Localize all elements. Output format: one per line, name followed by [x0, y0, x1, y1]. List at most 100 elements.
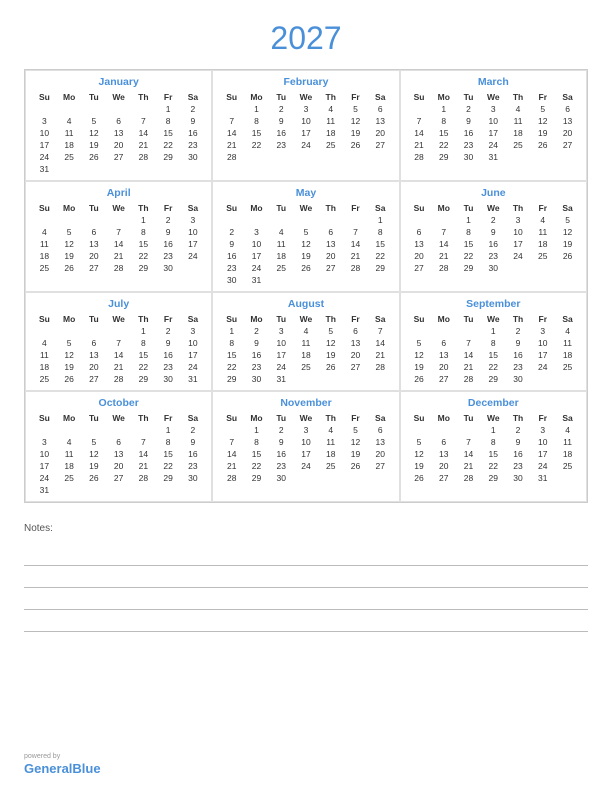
day-cell: 28 — [131, 472, 156, 484]
day-cell: 14 — [219, 448, 244, 460]
day-cell: 5 — [407, 436, 432, 448]
brand-name: GeneralBlue — [24, 761, 101, 776]
day-cell: 14 — [131, 127, 156, 139]
day-header: Fr — [530, 412, 555, 424]
month-block-september: SeptemberSuMoTuWeThFrSa12345678910111213… — [400, 292, 587, 391]
day-cell: 17 — [244, 250, 269, 262]
day-cell: 10 — [32, 448, 57, 460]
week-row: 282930 — [219, 472, 392, 484]
month-table: SuMoTuWeThFrSa12345678910111213141516171… — [407, 202, 580, 274]
day-cell: 31 — [32, 484, 57, 496]
month-table: SuMoTuWeThFrSa12345678910111213141516171… — [219, 91, 392, 163]
week-row: 6789101112 — [407, 226, 580, 238]
day-cell — [57, 484, 82, 496]
day-cell: 11 — [269, 238, 294, 250]
month-block-june: JuneSuMoTuWeThFrSa1234567891011121314151… — [400, 181, 587, 292]
day-cell: 13 — [407, 238, 432, 250]
day-cell: 21 — [407, 139, 432, 151]
month-name: March — [407, 76, 580, 88]
day-header: Fr — [530, 91, 555, 103]
day-header: Sa — [181, 313, 206, 325]
day-cell: 5 — [530, 103, 555, 115]
day-cell: 1 — [244, 424, 269, 436]
day-cell: 3 — [244, 226, 269, 238]
day-cell: 30 — [269, 472, 294, 484]
day-header: Th — [506, 202, 531, 214]
month-block-april: AprilSuMoTuWeThFrSa123456789101112131415… — [25, 181, 212, 292]
day-cell: 22 — [244, 460, 269, 472]
day-cell: 1 — [456, 214, 481, 226]
week-row: 27282930 — [407, 262, 580, 274]
day-cell: 25 — [555, 361, 580, 373]
week-row: 19202122232425 — [407, 361, 580, 373]
week-row: 31 — [32, 163, 205, 175]
day-cell: 16 — [156, 349, 181, 361]
day-cell: 22 — [368, 250, 393, 262]
day-cell: 17 — [294, 127, 319, 139]
day-cell: 22 — [456, 250, 481, 262]
day-header: We — [106, 412, 131, 424]
day-cell: 20 — [431, 361, 456, 373]
day-cell — [32, 214, 57, 226]
day-cell — [530, 151, 555, 163]
day-cell: 19 — [82, 139, 107, 151]
day-cell: 29 — [156, 472, 181, 484]
day-cell: 25 — [57, 472, 82, 484]
month-block-february: FebruarySuMoTuWeThFrSa123456789101112131… — [212, 70, 399, 181]
month-table: SuMoTuWeThFrSa12345678910111213141516171… — [407, 91, 580, 163]
day-header: Su — [407, 91, 432, 103]
day-cell: 20 — [106, 139, 131, 151]
day-cell: 22 — [481, 361, 506, 373]
day-cell: 26 — [530, 139, 555, 151]
week-row: 11121314151617 — [32, 238, 205, 250]
month-table: SuMoTuWeThFrSa12345678910111213141516171… — [407, 412, 580, 484]
day-header: Su — [219, 202, 244, 214]
day-cell: 8 — [481, 337, 506, 349]
day-cell: 15 — [131, 238, 156, 250]
day-cell — [106, 103, 131, 115]
day-cell: 11 — [294, 337, 319, 349]
day-cell: 30 — [219, 274, 244, 286]
day-cell: 16 — [244, 349, 269, 361]
notes-line-4 — [24, 610, 588, 632]
day-cell: 14 — [456, 448, 481, 460]
day-cell: 4 — [506, 103, 531, 115]
day-cell: 4 — [57, 115, 82, 127]
day-cell: 23 — [156, 361, 181, 373]
day-cell — [343, 214, 368, 226]
day-header: Fr — [343, 202, 368, 214]
day-cell: 1 — [481, 325, 506, 337]
day-cell: 23 — [156, 250, 181, 262]
day-cell: 14 — [407, 127, 432, 139]
week-row: 21222324252627 — [219, 139, 392, 151]
day-cell: 6 — [106, 115, 131, 127]
day-cell: 14 — [431, 238, 456, 250]
day-cell: 29 — [368, 262, 393, 274]
day-cell: 30 — [481, 262, 506, 274]
day-cell: 4 — [269, 226, 294, 238]
day-cell: 19 — [294, 250, 319, 262]
brand-blue: Blue — [72, 761, 100, 776]
day-cell: 22 — [156, 139, 181, 151]
month-table: SuMoTuWeThFrSa12345678910111213141516171… — [32, 412, 205, 496]
day-cell: 30 — [456, 151, 481, 163]
day-header: Su — [407, 202, 432, 214]
day-cell: 4 — [32, 337, 57, 349]
day-cell: 3 — [294, 424, 319, 436]
day-header: We — [294, 412, 319, 424]
day-cell — [318, 274, 343, 286]
day-cell: 27 — [318, 262, 343, 274]
day-cell — [57, 325, 82, 337]
day-cell: 28 — [407, 151, 432, 163]
day-cell — [368, 274, 393, 286]
notes-label: Notes: — [24, 523, 588, 534]
week-row: 9101112131415 — [219, 238, 392, 250]
day-cell — [318, 472, 343, 484]
day-cell: 11 — [555, 337, 580, 349]
day-cell: 8 — [368, 226, 393, 238]
day-header: Th — [506, 91, 531, 103]
day-cell: 8 — [131, 226, 156, 238]
week-row: 78910111213 — [219, 436, 392, 448]
day-cell: 17 — [181, 238, 206, 250]
day-cell: 1 — [156, 103, 181, 115]
